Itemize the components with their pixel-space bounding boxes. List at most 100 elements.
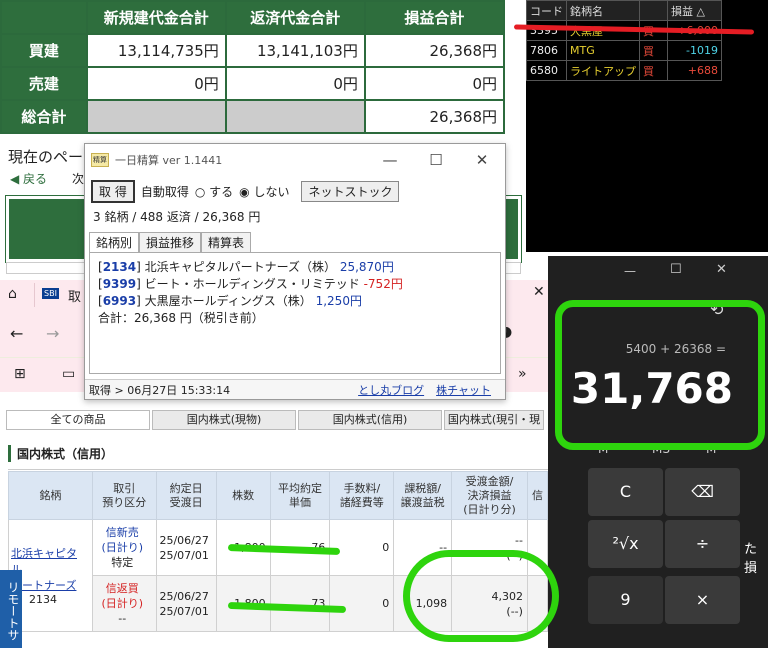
date-cell: 25/06/27 25/07/01 <box>155 519 217 576</box>
divide-button[interactable]: ÷ <box>665 520 740 568</box>
col-header: 受渡金額/ 決済損益 (日計り分) <box>451 471 528 520</box>
settle-date: 25/07/01 <box>159 604 209 618</box>
sbi-favicon: SBI <box>42 288 59 299</box>
account-label: 特定 <box>111 556 134 569</box>
tab-all-products[interactable]: 全ての商品 <box>6 410 150 430</box>
tab-domestic-spot[interactable]: 国内株式(現物) <box>152 410 296 430</box>
radio-on[interactable]: ○ する <box>195 183 233 200</box>
item-amount: -752円 <box>363 277 403 291</box>
back-link[interactable]: ◀ 戻る <box>10 170 47 187</box>
settle-date: 25/07/01 <box>159 548 209 562</box>
apps-grid-icon[interactable]: ⊞ <box>14 366 26 382</box>
item-amount: 1,250円 <box>315 294 362 308</box>
ticker-code: 6580 <box>526 60 567 81</box>
header-close-total: 返済代金合計 <box>224 0 366 35</box>
seisan-statusbar: 取得 > 06月27日 15:33:14 とし丸ブログ 株チャット <box>85 379 505 399</box>
radio-on-label: する <box>209 185 234 199</box>
col-header: 銘柄 <box>8 471 93 520</box>
day-label: (日計り) <box>101 597 144 610</box>
row-label: 買建 <box>0 33 88 68</box>
tab-by-stock[interactable]: 銘柄別 <box>89 232 140 252</box>
blog-link[interactable]: とし丸ブログ <box>358 382 424 398</box>
backspace-icon[interactable]: ⌫ <box>665 468 740 516</box>
tab-pl-trend[interactable]: 損益推移 <box>139 232 202 252</box>
minimize-icon[interactable]: — <box>367 151 413 169</box>
seisan-titlebar: 精算 一日精算 ver 1.1441 — ☐ ✕ <box>85 144 505 176</box>
multiply-button[interactable]: × <box>665 576 740 624</box>
ticker-row[interactable]: 6580 ライトアップ 買 +688 <box>526 60 722 81</box>
fetch-button[interactable]: 取 得 <box>91 180 135 203</box>
remote-side-tab[interactable]: リモートサ <box>0 570 22 648</box>
item-name: ビート・ホールディングス・リミテッド <box>144 277 360 291</box>
summary-table: 新規建代金合計 返済代金合計 損益合計 買建 13,114,735円 13,14… <box>0 0 506 140</box>
sqrt-button[interactable]: ²√x <box>588 520 663 568</box>
trade-date: 25/06/27 <box>159 589 209 603</box>
account-label: -- <box>118 612 127 625</box>
col-header: 信 <box>526 471 549 520</box>
tab-close-icon[interactable]: ✕ <box>533 284 545 300</box>
stock-name-link[interactable]: 北浜キャピタル パートナーズ <box>11 545 88 593</box>
calc-minimize-icon[interactable]: — <box>624 264 636 278</box>
close-value: 0円 <box>224 66 366 101</box>
clear-button[interactable]: C <box>588 468 663 516</box>
section-title: 国内株式（信用） <box>8 445 113 462</box>
forward-arrow-icon[interactable]: → <box>46 324 59 343</box>
list-item[interactable]: [2134] 北浜キャピタルパートナーズ（株） 25,870円 <box>98 259 492 276</box>
green-highlight-pl <box>403 550 559 642</box>
radio-off[interactable]: ◉ しない <box>239 183 289 200</box>
tab-domestic-delivery[interactable]: 国内株式(現引・現 <box>444 410 544 430</box>
ticker-side: 買 <box>639 40 668 61</box>
folder-icon[interactable]: ▭ <box>62 366 75 382</box>
auto-fetch-label: 自動取得 <box>140 185 189 199</box>
tab-settlement[interactable]: 精算表 <box>201 232 252 252</box>
close-icon[interactable]: ✕ <box>459 151 505 169</box>
kind-label: 信返買 <box>105 582 139 595</box>
item-name: 北浜キャピタルパートナーズ（株） <box>144 260 336 274</box>
radio-off-label: しない <box>253 185 290 199</box>
list-item[interactable]: [6993] 大黒屋ホールディングス（株） 1,250円 <box>98 293 492 310</box>
ticker-header-side <box>639 0 668 21</box>
pl-value: 26,368円 <box>363 33 506 68</box>
pl-value: 26,368円 <box>363 99 506 134</box>
header-pl-total: 損益合計 <box>363 0 506 35</box>
ticker-name: ライトアップ <box>566 60 640 81</box>
close-value: 13,141,103円 <box>224 33 366 68</box>
kind-cell: 信返買 (日計り) -- <box>91 575 157 632</box>
col-header: 平均約定 単価 <box>269 471 331 520</box>
ticker-pl: -1019 <box>667 40 722 61</box>
day-label: (日計り) <box>101 541 144 554</box>
item-name: 大黒屋ホールディングス（株） <box>144 294 312 308</box>
ticker-row[interactable]: 7806 MTG 買 -1019 <box>526 40 722 61</box>
ticker-header-name: 銘柄名 <box>566 0 640 21</box>
item-code: 6993 <box>102 294 137 308</box>
ticker-header-pl[interactable]: 損益 △ <box>667 0 722 21</box>
ticker-panel: コード 銘柄名 損益 △ 3395 大黒屋 買 +6,000 7806 MTG … <box>526 0 768 252</box>
col-header: 取引 預り区分 <box>91 471 157 520</box>
chat-link[interactable]: 株チャット <box>436 382 491 398</box>
tab-domestic-margin[interactable]: 国内株式(信用) <box>298 410 442 430</box>
calc-close-icon[interactable]: ✕ <box>716 262 727 277</box>
back-arrow-icon[interactable]: ← <box>10 324 23 343</box>
green-highlight-result <box>555 300 765 450</box>
product-tabs: 全ての商品 国内株式(現物) 国内株式(信用) 国内株式(現引・現 <box>6 410 544 430</box>
chrome-menu-icon[interactable]: ⌂ <box>8 286 17 302</box>
row-total: 総合計 26,368円 <box>0 99 506 134</box>
seisan-list: [2134] 北浜キャピタルパートナーズ（株） 25,870円 [9399] ビ… <box>89 252 501 374</box>
list-total: 合計：26,368 円（税引き前） <box>98 311 264 325</box>
list-item[interactable]: [9399] ビート・ホールディングス・リミテッド -752円 <box>98 276 492 293</box>
calc-maximize-icon[interactable]: ☐ <box>670 262 682 277</box>
seisan-tabs: 銘柄別 損益推移 精算表 <box>85 230 505 252</box>
row-label: 総合計 <box>0 99 88 134</box>
maximize-icon[interactable]: ☐ <box>413 151 459 169</box>
header-new-total: 新規建代金合計 <box>85 0 227 35</box>
more-bookmarks-icon[interactable]: » <box>518 366 527 382</box>
ticker-side: 買 <box>639 60 668 81</box>
tab-title[interactable]: 取 <box>68 286 81 305</box>
nine-button[interactable]: 9 <box>588 576 663 624</box>
next-link[interactable]: 次 <box>72 170 84 187</box>
netstock-button[interactable]: ネットストック <box>301 181 400 202</box>
row-buy: 買建 13,114,735円 13,141,103円 26,368円 <box>0 33 506 68</box>
amount-value: -- <box>515 533 523 547</box>
date-cell: 25/06/27 25/07/01 <box>155 575 217 632</box>
col-header: 株数 <box>215 471 271 520</box>
